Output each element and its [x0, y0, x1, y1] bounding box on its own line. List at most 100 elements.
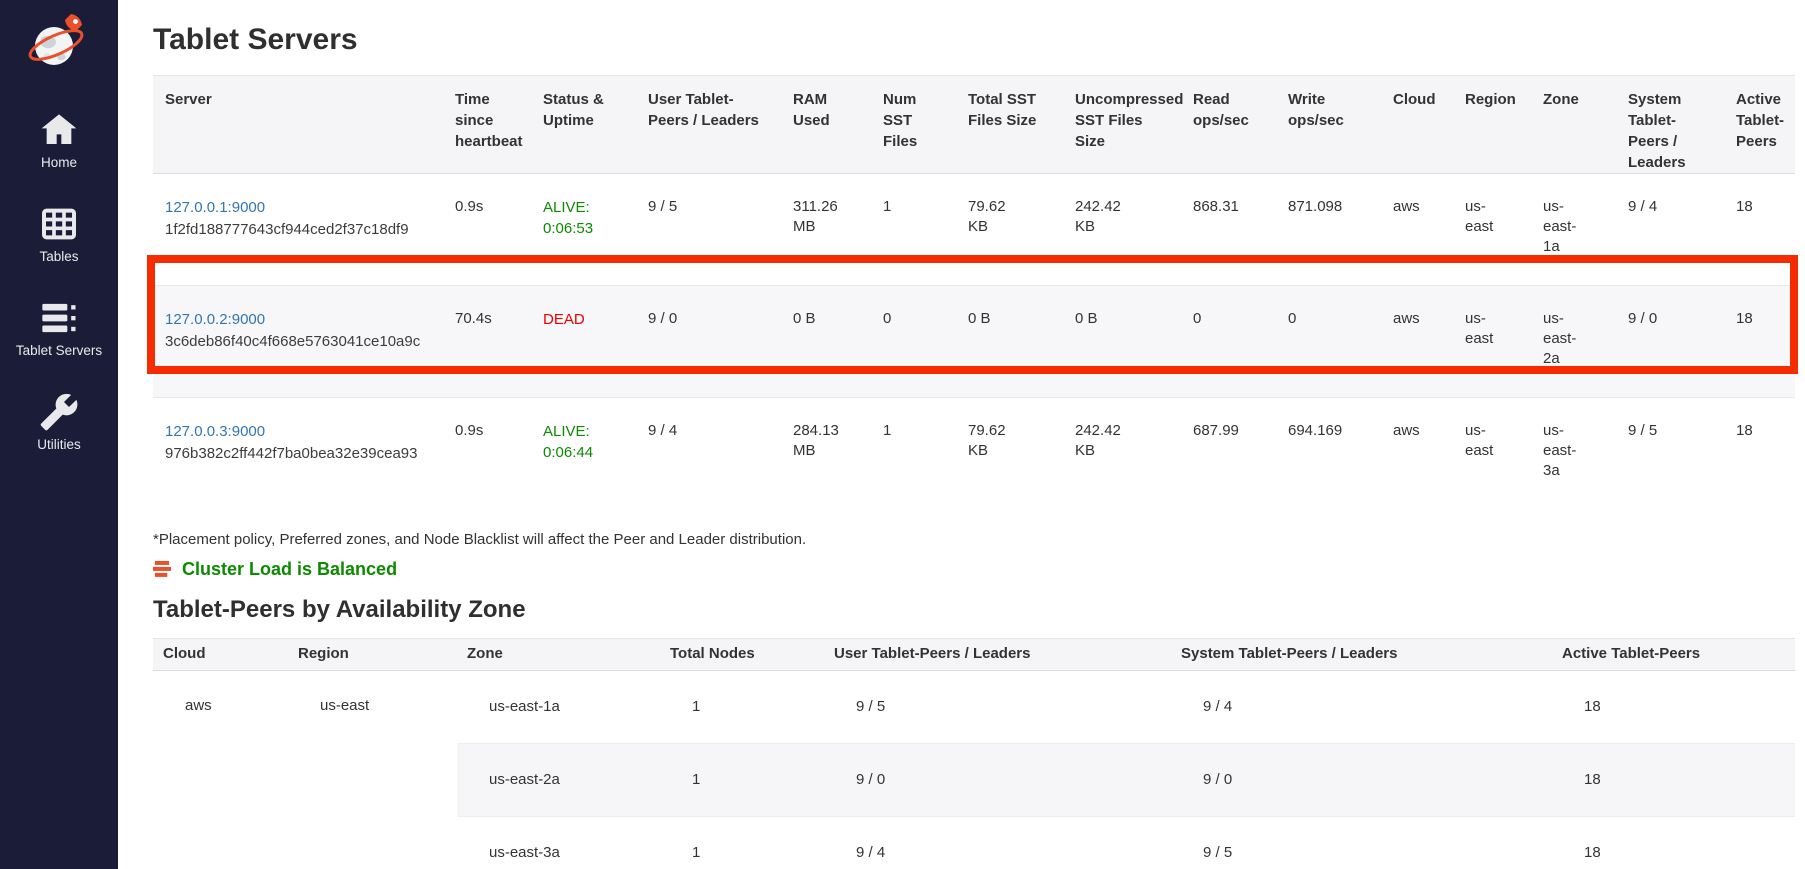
- total-sst-cell: 0 B: [956, 286, 1063, 398]
- server-uuid: 3c6deb86f40c4f668e5763041ce10a9c: [165, 331, 435, 353]
- system-peers-cell: 9 / 5: [1171, 816, 1552, 869]
- col-active-peers: Active Tablet-Peers: [1724, 76, 1795, 174]
- server-link[interactable]: 127.0.0.2:9000: [165, 309, 435, 331]
- home-icon: [39, 110, 79, 150]
- heartbeat-cell: 70.4s: [443, 286, 531, 398]
- sidebar-item-tablet-servers[interactable]: Tablet Servers: [0, 298, 118, 359]
- num-sst-cell: 1: [871, 174, 956, 286]
- region-cell: us-east: [1453, 286, 1531, 398]
- col-active-peers: Active Tablet-Peers: [1552, 638, 1795, 670]
- cloud-cell: aws: [1381, 286, 1453, 398]
- server-link[interactable]: 127.0.0.1:9000: [165, 197, 435, 219]
- server-cell: 127.0.0.1:9000 1f2fd188777643cf944ced2f3…: [153, 174, 443, 286]
- col-write-ops: Write ops/sec: [1276, 76, 1381, 174]
- col-zone: Zone: [457, 638, 660, 670]
- status-text: ALIVE:: [543, 197, 628, 218]
- user-peers-cell: 9 / 4: [636, 398, 781, 510]
- zone-cell: us-east-1a: [457, 670, 660, 743]
- table-row: 127.0.0.1:9000 1f2fd188777643cf944ced2f3…: [153, 174, 1795, 286]
- user-peers-cell: 9 / 4: [824, 816, 1171, 869]
- status-cell: ALIVE: 0:06:44: [531, 398, 636, 510]
- server-link[interactable]: 127.0.0.3:9000: [165, 421, 435, 443]
- zone-header-row: Cloud Region Zone Total Nodes User Table…: [153, 638, 1795, 670]
- total-nodes-cell: 1: [660, 743, 824, 816]
- region-cell: us-east: [1453, 398, 1531, 510]
- cluster-status: Cluster Load is Balanced: [153, 559, 1795, 581]
- write-ops-cell: 694.169: [1276, 398, 1381, 510]
- col-region: Region: [1453, 76, 1531, 174]
- col-region: Region: [288, 638, 457, 670]
- sidebar: Home Tables Tablet Servers Utilities: [0, 0, 118, 869]
- ram-cell: 311.26 MB: [781, 174, 871, 286]
- col-num-sst: Num SST Files: [871, 76, 956, 174]
- sidebar-item-label: Home: [41, 155, 77, 171]
- zone-table: Cloud Region Zone Total Nodes User Table…: [153, 638, 1795, 869]
- num-sst-cell: 0: [871, 286, 956, 398]
- tablet-servers-icon: [39, 298, 79, 338]
- total-nodes-cell: 1: [660, 670, 824, 743]
- col-zone: Zone: [1531, 76, 1616, 174]
- sidebar-item-home[interactable]: Home: [0, 110, 118, 171]
- status-text: DEAD: [543, 309, 628, 330]
- table-row: aws us-east us-east-1a 1 9 / 5 9 / 4 18: [153, 670, 1795, 743]
- sidebar-item-utilities[interactable]: Utilities: [0, 392, 118, 453]
- cloud-cell: aws: [1381, 174, 1453, 286]
- col-read-ops: Read ops/sec: [1181, 76, 1276, 174]
- cluster-load-icon: [153, 560, 172, 579]
- user-peers-cell: 9 / 0: [824, 743, 1171, 816]
- uncompressed-sst-cell: 242.42 KB: [1063, 398, 1181, 510]
- yugabytedb-logo-icon[interactable]: [27, 10, 91, 74]
- num-sst-cell: 1: [871, 398, 956, 510]
- col-total-nodes: Total Nodes: [660, 638, 824, 670]
- sidebar-item-tables[interactable]: Tables: [0, 204, 118, 265]
- read-ops-cell: 868.31: [1181, 174, 1276, 286]
- ram-cell: 0 B: [781, 286, 871, 398]
- table-row: 127.0.0.3:9000 976b382c2ff442f7ba0bea32e…: [153, 398, 1795, 510]
- zone-cell: us-east-2a: [457, 743, 660, 816]
- read-ops-cell: 0: [1181, 286, 1276, 398]
- col-system-peers: System Tablet-Peers / Leaders: [1616, 76, 1724, 174]
- total-nodes-cell: 1: [660, 816, 824, 869]
- col-status: Status & Uptime: [531, 76, 636, 174]
- status-text: ALIVE:: [543, 421, 628, 442]
- active-peers-cell: 18: [1724, 286, 1795, 398]
- cloud-cell: aws: [153, 670, 288, 869]
- uncompressed-sst-cell: 242.42 KB: [1063, 174, 1181, 286]
- active-peers-cell: 18: [1552, 670, 1795, 743]
- system-peers-cell: 9 / 4: [1171, 670, 1552, 743]
- server-cell: 127.0.0.3:9000 976b382c2ff442f7ba0bea32e…: [153, 398, 443, 510]
- total-sst-cell: 79.62 KB: [956, 398, 1063, 510]
- system-peers-cell: 9 / 5: [1616, 398, 1724, 510]
- col-server: Server: [153, 76, 443, 174]
- col-user-peers: User Tablet-Peers / Leaders: [636, 76, 781, 174]
- wrench-icon: [39, 392, 79, 432]
- heartbeat-cell: 0.9s: [443, 398, 531, 510]
- zone-cell: us-east-3a: [1531, 398, 1616, 510]
- uptime-text: 0:06:53: [543, 218, 628, 239]
- user-peers-cell: 9 / 5: [636, 174, 781, 286]
- write-ops-cell: 871.098: [1276, 174, 1381, 286]
- col-total-sst: Total SST Files Size: [956, 76, 1063, 174]
- ram-cell: 284.13 MB: [781, 398, 871, 510]
- page-title: Tablet Servers: [153, 22, 1795, 58]
- zone-cell: us-east-3a: [457, 816, 660, 869]
- active-peers-cell: 18: [1552, 743, 1795, 816]
- server-uuid: 1f2fd188777643cf944ced2f37c18df9: [165, 219, 435, 241]
- uptime-text: 0:06:44: [543, 442, 628, 463]
- tserver-header-row: Server Time since heartbeat Status & Upt…: [153, 76, 1795, 174]
- cluster-status-text: Cluster Load is Balanced: [182, 559, 397, 580]
- tables-icon: [39, 204, 79, 244]
- sidebar-item-label: Tables: [39, 249, 78, 265]
- active-peers-cell: 18: [1552, 816, 1795, 869]
- region-cell: us-east: [288, 670, 457, 869]
- uncompressed-sst-cell: 0 B: [1063, 286, 1181, 398]
- server-cell: 127.0.0.2:9000 3c6deb86f40c4f668e5763041…: [153, 286, 443, 398]
- total-sst-cell: 79.62 KB: [956, 174, 1063, 286]
- sidebar-item-label: Tablet Servers: [16, 343, 102, 359]
- col-cloud: Cloud: [1381, 76, 1453, 174]
- tablet-servers-table-wrap: Server Time since heartbeat Status & Upt…: [153, 75, 1795, 510]
- col-system-peers: System Tablet-Peers / Leaders: [1171, 638, 1552, 670]
- system-peers-cell: 9 / 4: [1616, 174, 1724, 286]
- region-cell: us-east: [1453, 174, 1531, 286]
- system-peers-cell: 9 / 0: [1171, 743, 1552, 816]
